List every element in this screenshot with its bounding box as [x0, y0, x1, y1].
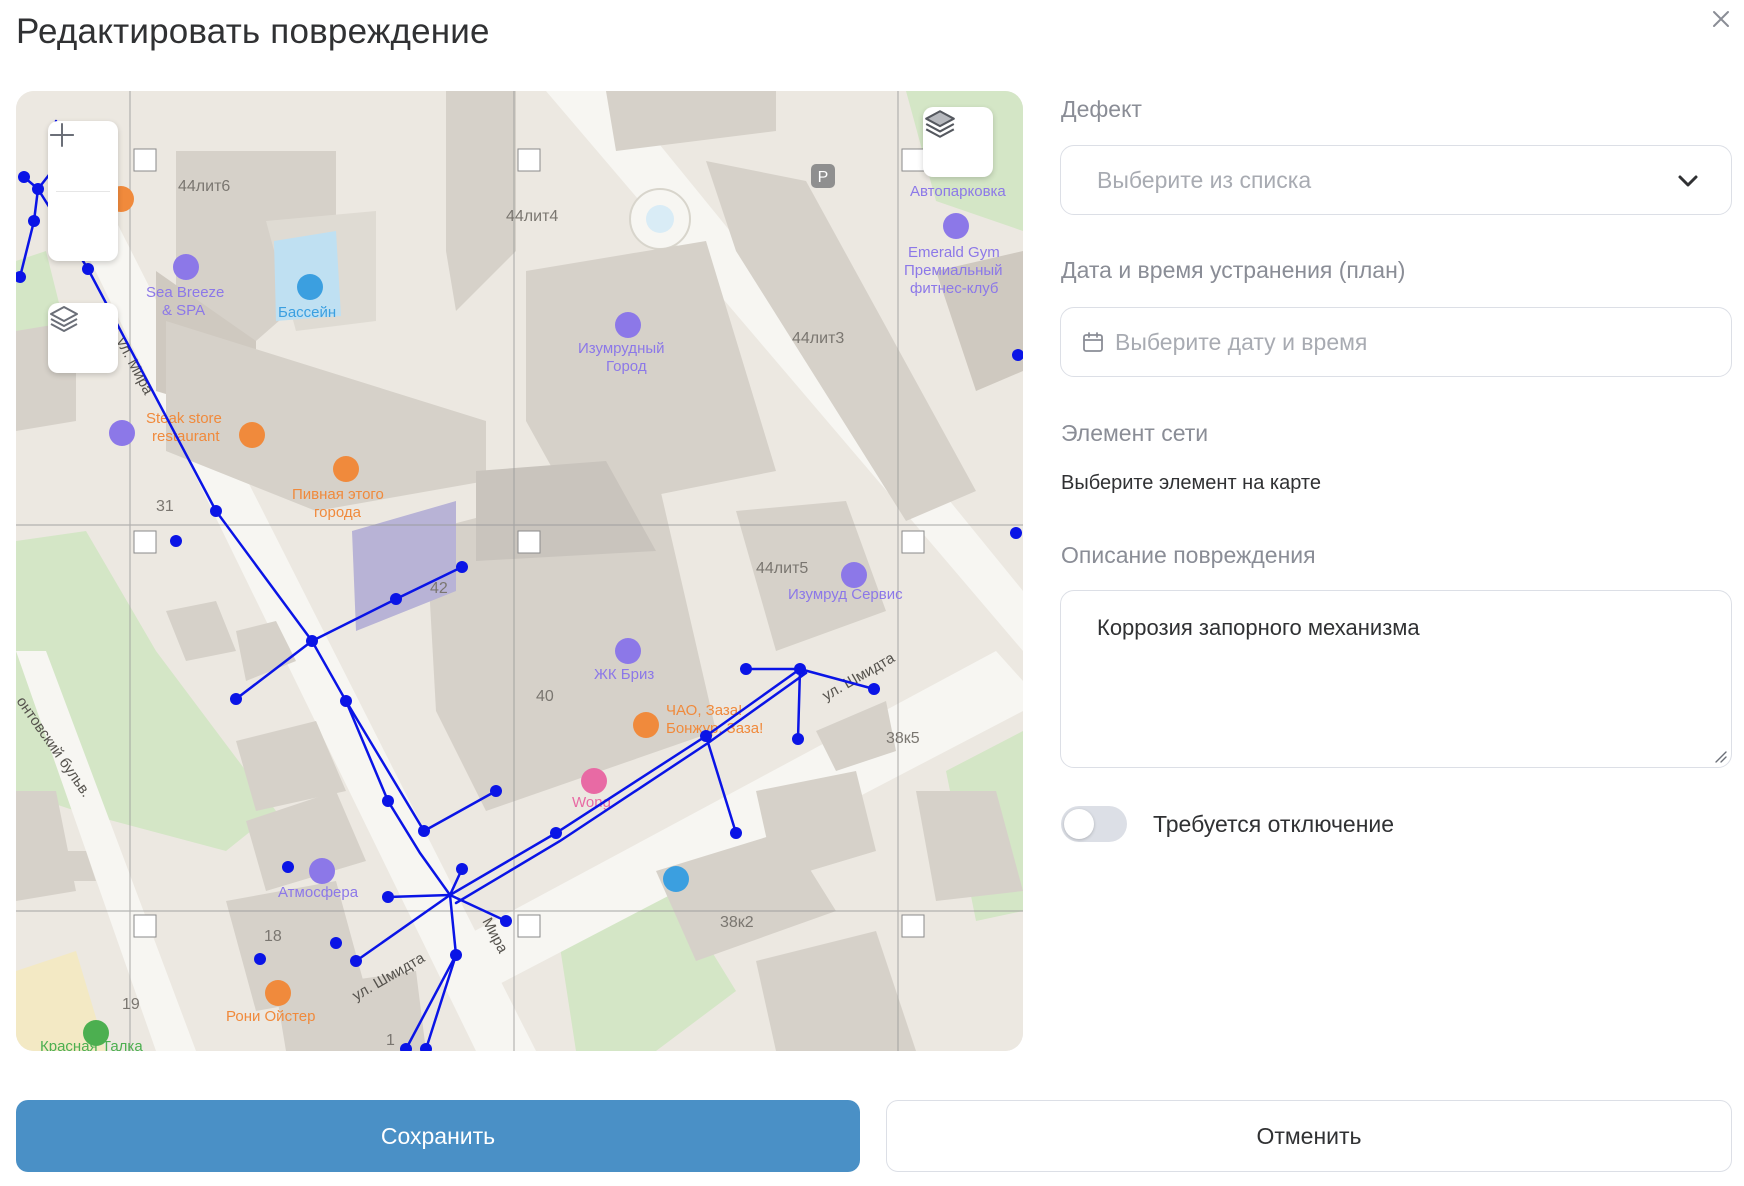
map-label-pivnaya-2: города: [314, 504, 362, 521]
map-label-44lit4: 44лит4: [506, 208, 558, 225]
defect-select[interactable]: Выберите из списка: [1060, 145, 1732, 215]
description-value: Коррозия запорного механизма: [1097, 615, 1420, 640]
minus-icon: [50, 134, 74, 136]
network-element-label: Элемент сети: [1061, 420, 1209, 446]
map-label-emerald-2: Премиальный: [904, 262, 1003, 279]
zoom-control: [48, 121, 118, 261]
shutdown-row: Требуется отключение: [1061, 806, 1394, 842]
map-label-steak-2: restaurant: [152, 428, 220, 445]
layers-icon: [50, 306, 78, 332]
zoom-out-button[interactable]: [48, 134, 118, 262]
map-label-izumrud-2: Город: [606, 358, 647, 375]
map-label-briz: ЖК Бриз: [594, 666, 654, 683]
description-textarea[interactable]: Коррозия запорного механизма: [1060, 590, 1732, 768]
map-label-pool: Бассейн: [278, 304, 336, 321]
layers-toggle-button[interactable]: [48, 303, 118, 373]
map-view[interactable]: P 44лит6 44лит4 44лит3 44лит5 31 42 40 3…: [16, 91, 1023, 1051]
fix-date-placeholder: Выберите дату и время: [1115, 328, 1368, 355]
map-label-38k2: 38к2: [720, 914, 754, 931]
map-label-19: 19: [122, 996, 140, 1013]
map-label-atmosfera: Атмосфера: [278, 884, 359, 901]
map-label-44lit6: 44лит6: [178, 178, 230, 195]
fix-date-input[interactable]: Выберите дату и время: [1060, 307, 1732, 377]
close-button[interactable]: [1706, 4, 1736, 34]
layers-stack-icon: [925, 110, 955, 138]
map-label-izumrud-1: Изумрудный: [578, 340, 665, 357]
map-label-1: 1: [386, 1032, 395, 1049]
modal-title: Редактировать повреждение: [16, 12, 490, 51]
fix-date-label: Дата и время устранения (план): [1061, 257, 1406, 283]
chevron-down-icon: [1678, 175, 1698, 187]
map-label-seabreeze-2: & SPA: [162, 302, 205, 319]
resize-handle-icon[interactable]: [1713, 749, 1727, 763]
description-label: Описание повреждения: [1061, 542, 1316, 568]
close-icon: [1713, 11, 1729, 27]
network-element-hint: Выберите элемент на карте: [1061, 472, 1321, 494]
shutdown-label: Требуется отключение: [1153, 810, 1395, 837]
save-button[interactable]: Сохранить: [16, 1100, 860, 1172]
map-label-izservice: Изумруд Сервис: [788, 586, 903, 603]
map-label-44lit3: 44лит3: [792, 330, 844, 347]
toggle-knob: [1064, 809, 1094, 839]
map-label-emerald-1: Emerald Gym: [908, 244, 1000, 261]
map-label-44lit5: 44лит5: [756, 560, 808, 577]
map-label-31: 31: [156, 498, 174, 515]
map-label-krasnaya: Красная Талка: [40, 1038, 143, 1051]
defect-placeholder: Выберите из списка: [1097, 166, 1312, 193]
map-label-38k5: 38к5: [886, 730, 920, 747]
map-label-pivnaya-1: Пивная этого: [292, 486, 384, 503]
cancel-button[interactable]: Отменить: [886, 1100, 1732, 1172]
map-canvas[interactable]: P 44лит6 44лит4 44лит3 44лит5 31 42 40 3…: [16, 91, 1023, 1051]
map-label-chao-1: ЧАО, Заза!: [666, 702, 742, 719]
shutdown-toggle[interactable]: [1061, 806, 1127, 842]
map-label-emerald-3: фитнес-клуб: [910, 280, 998, 297]
defect-label: Дефект: [1061, 96, 1142, 122]
map-label-steak-1: Steak store: [146, 410, 222, 427]
map-label-roni: Рони Ойстер: [226, 1008, 315, 1025]
map-style-button[interactable]: [923, 107, 993, 177]
map-label-18: 18: [264, 928, 282, 945]
calendar-icon: [1083, 332, 1103, 352]
map-label-parking: Автопарковка: [910, 183, 1006, 200]
map-label-40: 40: [536, 688, 554, 705]
svg-text:P: P: [818, 169, 829, 186]
map-label-seabreeze-1: Sea Breeze: [146, 284, 224, 301]
